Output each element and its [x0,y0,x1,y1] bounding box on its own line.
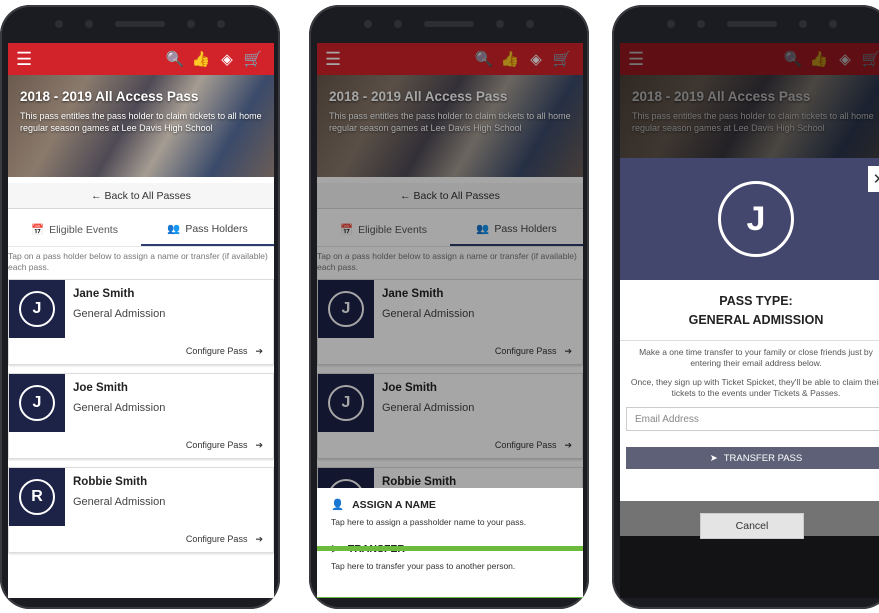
avatar: R [9,468,65,526]
screen-transfer-modal: ☰ 🔍 👍 ◈ 🛒 2018 - 2019 All Access Pass Th… [620,43,879,598]
configure-pass-button[interactable]: Configure Pass ➔ [9,432,273,458]
configure-pass-button[interactable]: Configure Pass ➔ [9,526,273,552]
highlight-box [317,546,583,598]
transfer-button-label: TRANSFER PASS [723,452,803,464]
calendar-icon: 📅 [31,224,45,236]
top-bar: ☰ 🔍 👍 ◈ 🛒 [8,43,274,75]
holder-name: Jane Smith [73,288,135,300]
arrow-right-icon: ➔ [255,345,263,356]
users-icon: 👥 [167,223,181,235]
send-icon: ➤ [709,452,718,464]
cancel-button[interactable]: Cancel [700,513,804,539]
assign-title: ASSIGN A NAME [352,498,436,511]
tab-holders-label: Pass Holders [185,222,248,235]
transfer-info-text: Make a one time transfer to your family … [639,347,873,368]
tab-pass-holders[interactable]: 👥 Pass Holders [141,213,274,246]
assign-name-option[interactable]: 👤 ASSIGN A NAME Tap here to assign a pass… [317,488,583,528]
arrow-right-icon: ➔ [255,533,263,544]
divider [620,340,879,341]
pass-hero: 2018 - 2019 All Access Pass This pass en… [8,75,274,177]
cart-icon[interactable]: 🛒 [240,50,266,68]
pass-type: PASS TYPE: GENERAL ADMISSION [620,292,879,330]
thumbs-up-icon[interactable]: 👍 [188,50,214,68]
phone-2: ☰ 🔍 👍 ◈ 🛒 2018 - 2019 All Access Pass Th… [309,5,589,609]
holder-card[interactable]: R Robbie Smith General Admission Configur… [8,467,274,553]
search-icon[interactable]: 🔍 [162,50,188,68]
holder-type: General Admission [73,308,166,320]
tab-eligible-label: Eligible Events [49,223,118,236]
transfer-claim-text: Once, they sign up with Ticket Spicket, … [630,377,879,398]
configure-pass-button[interactable]: Configure Pass ➔ [9,338,273,364]
screen-action-sheet: ☰ 🔍 👍 ◈ 🛒 2018 - 2019 All Access Pass Th… [317,43,583,598]
ticket-icon[interactable]: ◈ [214,50,240,68]
avatar-initial: J [19,291,55,327]
assign-description: Tap here to assign a passholder name to … [331,517,527,527]
transfer-modal: J ✕ PASS TYPE: GENERAL ADMISSION Make a o… [620,158,879,501]
holder-type: General Admission [73,496,166,508]
back-label: Back to All Passes [104,189,191,202]
screen-pass-detail: ☰ 🔍 👍 ◈ 🛒 2018 - 2019 All Access Pass Th… [8,43,274,598]
avatar: J [9,374,65,432]
holder-card[interactable]: J Jane Smith General Admission Configure … [8,279,274,365]
holder-name: Robbie Smith [73,476,148,488]
avatar-initial: J [19,385,55,421]
modal-header: J ✕ [620,158,879,280]
phone-notch [612,5,879,43]
configure-label: Configure Pass [185,440,248,450]
arrow-right-icon: ➔ [255,439,263,450]
pass-type-value: GENERAL ADMISSION [688,313,824,327]
menu-icon[interactable]: ☰ [16,49,38,70]
tab-eligible-events[interactable]: 📅 Eligible Events [8,213,141,246]
action-sheet: 👤 ASSIGN A NAME Tap here to assign a pass… [317,488,583,598]
tab-bar: 📅 Eligible Events 👥 Pass Holders [8,213,274,247]
back-arrow-icon: ← [91,189,102,202]
avatar: J [9,280,65,338]
holder-name: Joe Smith [73,382,128,394]
person-icon: 👤 [331,499,345,511]
pass-title: 2018 - 2019 All Access Pass [20,89,199,104]
email-field[interactable]: Email Address [626,407,879,431]
pass-type-label: PASS TYPE: [719,294,793,308]
phone-notch [0,5,280,43]
back-to-passes-button[interactable]: ← Back to All Passes [8,183,274,209]
avatar: J [718,181,794,257]
phone-notch [309,5,589,43]
configure-label: Configure Pass [185,534,248,544]
hint-text: Tap on a pass holder below to assign a n… [8,251,268,272]
avatar-initial: R [19,479,55,515]
pass-description: This pass entitles the pass holder to cl… [20,111,262,133]
holder-type: General Admission [73,402,166,414]
phone-1: ☰ 🔍 👍 ◈ 🛒 2018 - 2019 All Access Pass Th… [0,5,280,609]
phone-3: ☰ 🔍 👍 ◈ 🛒 2018 - 2019 All Access Pass Th… [612,5,879,609]
configure-label: Configure Pass [185,346,248,356]
close-icon[interactable]: ✕ [868,166,879,192]
holder-card[interactable]: J Joe Smith General Admission Configure P… [8,373,274,459]
transfer-pass-button[interactable]: ➤ TRANSFER PASS [626,447,879,469]
